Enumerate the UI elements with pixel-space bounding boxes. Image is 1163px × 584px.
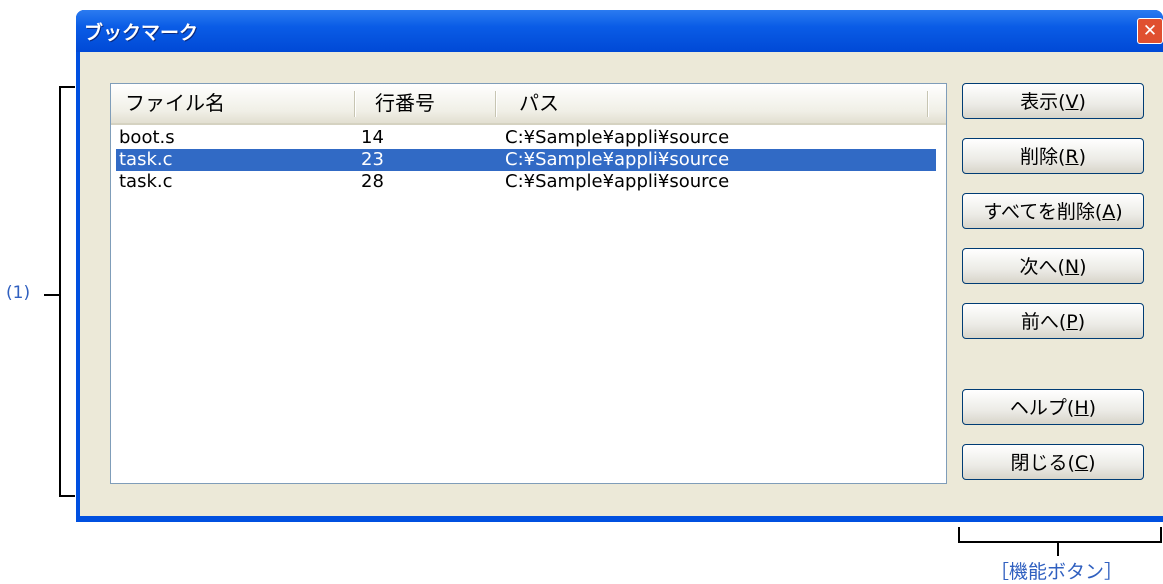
close-button[interactable]: 閉じる(C) <box>962 444 1144 480</box>
list-row[interactable]: task.c 28 C:¥Sample¥appli¥source <box>116 171 936 193</box>
row-line: 23 <box>361 149 384 170</box>
buttons-bracket-tick <box>1057 543 1059 556</box>
delete-button-accel: R <box>1065 146 1079 168</box>
next-button[interactable]: 次へ(N) <box>962 248 1144 284</box>
row-line: 14 <box>361 127 384 148</box>
dialog-client: ファイル名 行番号 パス boot.s 14 C:¥Sample¥appli¥s… <box>80 52 1163 516</box>
list-area-bracket-tick <box>44 294 59 296</box>
show-button-accel: V <box>1065 91 1079 113</box>
next-button-close-paren: ) <box>1079 256 1087 278</box>
row-file: task.c <box>119 149 173 170</box>
buttons-bracket <box>958 527 1162 543</box>
delete-button[interactable]: 削除(R) <box>962 138 1144 174</box>
help-button-accel: H <box>1074 397 1089 419</box>
delete-all-button[interactable]: すべてを削除(A) <box>962 193 1144 229</box>
column-header-line[interactable]: 行番号 <box>375 84 435 123</box>
show-button-close-paren: ) <box>1078 91 1086 113</box>
row-file: task.c <box>119 171 173 192</box>
column-divider[interactable] <box>354 91 356 117</box>
delete-all-button-label: すべてを削除( <box>983 201 1103 223</box>
column-divider[interactable] <box>495 91 497 117</box>
window-title: ブックマーク <box>84 22 199 44</box>
help-button-close-paren: ) <box>1088 397 1097 419</box>
prev-button-label: 前へ( <box>1020 311 1067 333</box>
row-path: C:¥Sample¥appli¥source <box>505 171 730 192</box>
column-header-file[interactable]: ファイル名 <box>125 84 225 123</box>
close-icon[interactable]: ✕ <box>1137 18 1163 44</box>
list-header: ファイル名 行番号 パス <box>111 84 946 125</box>
delete-button-close-paren: ) <box>1078 146 1087 168</box>
list-area-label: (1) <box>6 283 31 303</box>
next-button-accel: N <box>1064 256 1080 278</box>
bookmark-list[interactable]: ファイル名 行番号 パス boot.s 14 C:¥Sample¥appli¥s… <box>110 83 947 484</box>
help-button[interactable]: ヘルプ(H) <box>962 389 1144 425</box>
bookmark-dialog: ブックマーク ✕ ファイル名 行番号 パス boot.s 14 C:¥Sampl… <box>76 10 1163 522</box>
prev-button[interactable]: 前へ(P) <box>962 303 1144 339</box>
show-button[interactable]: 表示(V) <box>962 83 1144 119</box>
list-area-bracket <box>59 86 75 497</box>
close-button-label: 閉じる( <box>1010 452 1075 474</box>
row-path: C:¥Sample¥appli¥source <box>505 149 730 170</box>
delete-button-label: 削除( <box>1019 146 1066 168</box>
delete-all-button-accel: A <box>1102 201 1116 223</box>
list-row[interactable]: boot.s 14 C:¥Sample¥appli¥source <box>116 127 936 149</box>
list-row-selected[interactable]: task.c 23 C:¥Sample¥appli¥source <box>116 149 936 171</box>
column-header-path[interactable]: パス <box>519 84 559 123</box>
close-button-accel: C <box>1074 452 1089 474</box>
close-button-close-paren: ) <box>1088 452 1096 474</box>
row-path: C:¥Sample¥appli¥source <box>505 127 730 148</box>
next-button-label: 次へ( <box>1019 256 1065 278</box>
delete-all-button-close-paren: ) <box>1115 201 1123 223</box>
title-bar[interactable]: ブックマーク ✕ <box>76 10 1163 52</box>
help-button-label: ヘルプ( <box>1009 397 1075 419</box>
column-divider[interactable] <box>927 91 929 117</box>
row-file: boot.s <box>119 127 175 148</box>
show-button-label: 表示( <box>1020 91 1066 113</box>
row-line: 28 <box>361 171 384 192</box>
prev-button-accel: P <box>1066 311 1078 333</box>
prev-button-close-paren: ) <box>1077 311 1086 333</box>
